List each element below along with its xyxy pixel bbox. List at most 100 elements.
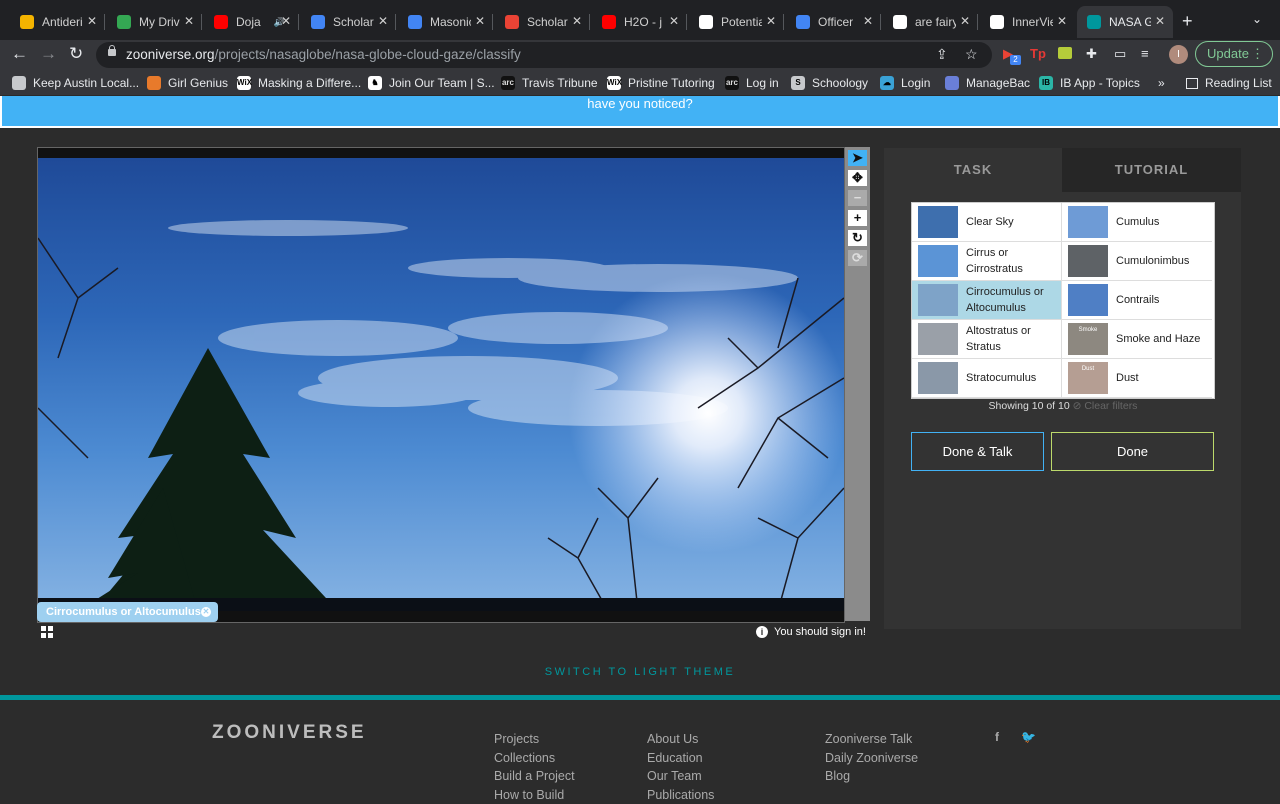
footer-link[interactable]: How to Build — [494, 786, 575, 804]
footer-link[interactable]: Projects — [494, 730, 575, 749]
reading-list-button[interactable]: Reading List — [1186, 74, 1272, 92]
zoom-in-icon[interactable]: + — [848, 210, 867, 226]
girl-genius-icon — [147, 76, 161, 90]
bookmarks-overflow-chevron[interactable]: » — [1158, 74, 1165, 92]
bookmark-item[interactable]: ManageBac — [945, 74, 1030, 92]
extension-tp-icon[interactable]: Tp — [1030, 46, 1046, 61]
profile-avatar[interactable]: I — [1169, 45, 1188, 64]
choice-button[interactable]: Clear Sky — [912, 203, 1062, 242]
forward-arrow-icon[interactable]: → — [40, 44, 57, 64]
bookmark-item[interactable]: Girl Genius — [147, 74, 228, 92]
subject-viewer[interactable] — [37, 147, 845, 623]
footer-link[interactable]: Zooniverse Talk — [825, 730, 918, 749]
tab-3[interactable]: Doja 🔊 ✕ — [204, 6, 299, 38]
address-bar[interactable]: zooniverse.org/projects/nasaglobe/nasa-g… — [96, 42, 992, 68]
puzzle-extensions-icon[interactable]: ✚ — [1086, 46, 1097, 62]
choice-button[interactable]: Cirrocumulus or Altocumulus — [912, 281, 1062, 320]
close-tab-icon[interactable]: ✕ — [281, 14, 291, 28]
reading-list-icon — [1186, 77, 1198, 89]
drive-icon — [117, 15, 131, 29]
media-queue-icon[interactable]: ≡ — [1141, 46, 1149, 61]
close-tab-icon[interactable]: ✕ — [669, 14, 679, 28]
footer-link[interactable]: Our Team — [647, 767, 714, 786]
reset-view-icon[interactable]: ⟳ — [848, 250, 867, 266]
bookmark-item[interactable]: WiX Masking a Differe... — [237, 74, 361, 92]
zooniverse-logo[interactable]: ZOONIVERSE — [212, 722, 367, 744]
annotation-tag[interactable]: Cirrocumulus or Altocumulus ✕ — [37, 602, 218, 622]
tab-4[interactable]: Scholar ✕ — [301, 6, 396, 38]
sky-photo[interactable] — [38, 158, 844, 611]
bookmark-item[interactable]: ☁ Login — [880, 74, 930, 92]
choice-button[interactable]: Cirrus or Cirrostratus — [912, 242, 1062, 281]
twitter-icon[interactable]: 🐦 — [1021, 730, 1036, 744]
bookmark-star-icon[interactable]: ☆ — [965, 46, 978, 63]
facebook-icon[interactable]: f — [995, 730, 999, 744]
cast-icon[interactable]: ▭ — [1114, 46, 1126, 62]
tab-10[interactable]: are fairy ✕ — [883, 6, 978, 38]
bookmark-item[interactable]: WiX Pristine Tutoring — [607, 74, 715, 92]
footer-link[interactable]: Blog — [825, 767, 918, 786]
new-tab-button[interactable]: + — [1182, 11, 1193, 32]
reload-icon[interactable]: ↻ — [69, 44, 83, 64]
switch-theme-link[interactable]: SWITCH TO LIGHT THEME — [0, 666, 1280, 678]
close-tab-icon[interactable]: ✕ — [863, 14, 873, 28]
choice-button[interactable]: Smoke Smoke and Haze — [1062, 320, 1212, 359]
share-icon[interactable]: ⇪ — [936, 46, 948, 63]
close-tab-icon[interactable]: ✕ — [1155, 14, 1165, 28]
footer-link[interactable]: Publications — [647, 786, 714, 804]
pointer-tool-icon[interactable]: ➤ — [848, 150, 867, 166]
footer-link[interactable]: Collections — [494, 749, 575, 768]
tab-6[interactable]: Scholar ✕ — [495, 6, 590, 38]
bookmark-item[interactable]: IB IB App - Topics — [1039, 74, 1140, 92]
bookmark-item[interactable]: S Schoology — [791, 74, 868, 92]
zooniverse-icon — [1087, 15, 1101, 29]
choice-button[interactable]: Altostratus or Stratus — [912, 320, 1062, 359]
tab-8[interactable]: Potentia ✕ — [689, 6, 784, 38]
move-tool-icon[interactable]: ✥ — [848, 170, 867, 186]
bookmark-item[interactable]: arc Log in — [725, 74, 779, 92]
metadata-grid-icon[interactable] — [41, 626, 53, 638]
choice-button[interactable]: Contrails — [1062, 281, 1212, 320]
choice-button[interactable]: Cumulonimbus — [1062, 242, 1212, 281]
done-and-talk-button[interactable]: Done & Talk — [911, 432, 1044, 471]
bookmark-item[interactable]: Keep Austin Local... — [12, 74, 139, 92]
close-tab-icon[interactable]: ✕ — [184, 14, 194, 28]
url-text[interactable]: zooniverse.org/projects/nasaglobe/nasa-g… — [126, 47, 521, 62]
tab-11[interactable]: InnerVie ✕ — [980, 6, 1075, 38]
update-button[interactable]: Update ⋮ — [1195, 41, 1273, 67]
tab-search-chevron-icon[interactable]: ⌄ — [1252, 12, 1262, 26]
choice-button[interactable]: Cumulus — [1062, 203, 1212, 242]
site-icon: arc — [501, 76, 515, 90]
extension-tab-icon[interactable] — [1058, 47, 1072, 59]
done-button[interactable]: Done — [1051, 432, 1214, 471]
bookmark-item[interactable]: arc Travis Tribune — [501, 74, 598, 92]
close-tab-icon[interactable]: ✕ — [572, 14, 582, 28]
tab-tutorial[interactable]: TUTORIAL — [1062, 148, 1241, 192]
tab-separator — [492, 14, 493, 30]
tab-task[interactable]: TASK — [884, 148, 1062, 192]
close-tab-icon[interactable]: ✕ — [475, 14, 485, 28]
choice-button[interactable]: Dust Dust — [1062, 359, 1212, 398]
bookmark-item[interactable]: ♞ Join Our Team | S... — [368, 74, 495, 92]
tab-12[interactable]: NASA G ✕ — [1077, 6, 1173, 38]
close-tab-icon[interactable]: ✕ — [378, 14, 388, 28]
close-tab-icon[interactable]: ✕ — [766, 14, 776, 28]
choice-button[interactable]: Stratocumulus — [912, 359, 1062, 398]
remove-annotation-icon[interactable]: ✕ — [201, 607, 211, 617]
tab-7[interactable]: H2O - j ✕ — [592, 6, 687, 38]
rotate-icon[interactable]: ↻ — [848, 230, 867, 246]
tab-5[interactable]: Masonic ✕ — [398, 6, 493, 38]
close-tab-icon[interactable]: ✕ — [960, 14, 970, 28]
close-tab-icon[interactable]: ✕ — [1057, 14, 1067, 28]
close-tab-icon[interactable]: ✕ — [87, 14, 97, 28]
tab-1[interactable]: Antideri ✕ — [10, 6, 105, 38]
footer-link[interactable]: Education — [647, 749, 714, 768]
tab-9[interactable]: Officer ✕ — [786, 6, 881, 38]
zoom-out-icon[interactable]: − — [848, 190, 867, 206]
footer-link[interactable]: Daily Zooniverse — [825, 749, 918, 768]
footer-link[interactable]: Build a Project — [494, 767, 575, 786]
back-arrow-icon[interactable]: ← — [11, 44, 28, 64]
clear-filters-link[interactable]: ⊘ Clear filters — [1073, 400, 1138, 412]
footer-link[interactable]: About Us — [647, 730, 714, 749]
tab-2[interactable]: My Drive ✕ — [107, 6, 202, 38]
